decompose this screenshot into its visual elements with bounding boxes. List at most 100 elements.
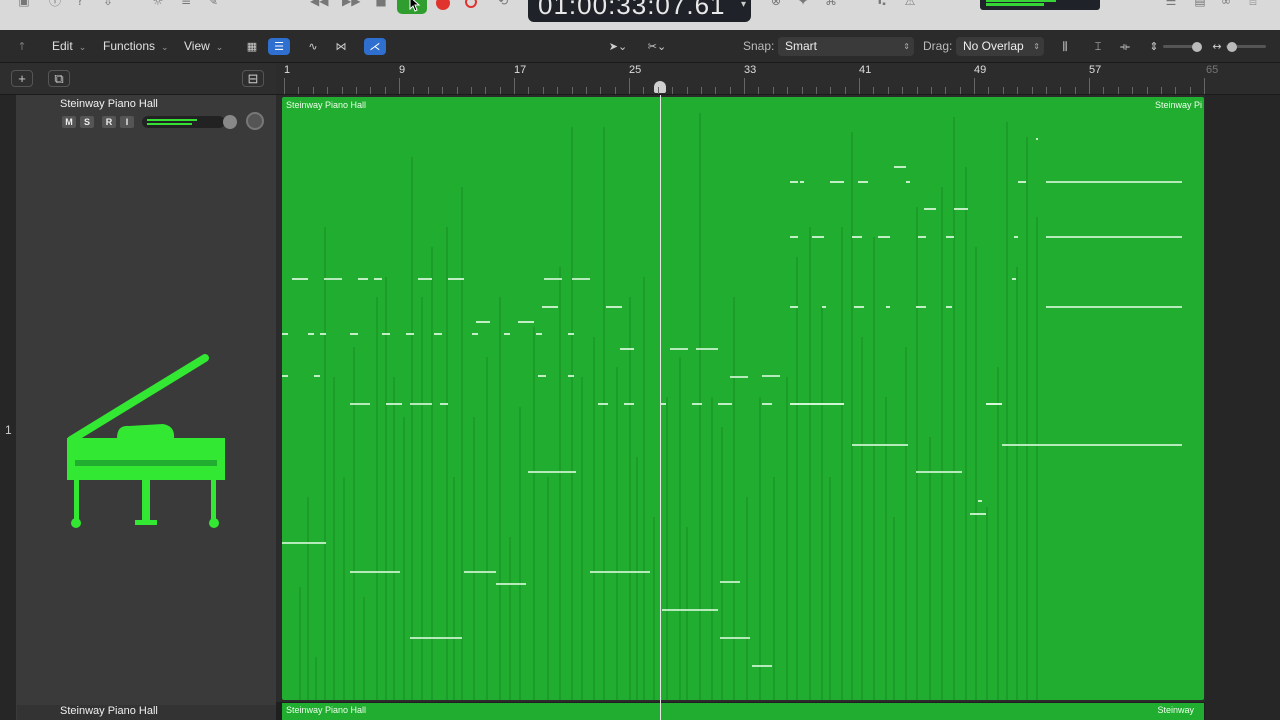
ruler-tick	[686, 87, 688, 94]
drag-select[interactable]: No Overlap ⇕	[956, 37, 1044, 56]
track-header-1[interactable]: Steinway Piano Hall M S R I	[17, 95, 276, 705]
ruler-tick	[772, 87, 774, 94]
tracks-area[interactable]: Steinway Piano Hall Steinway Pi Steinway…	[276, 95, 1280, 720]
vertical-zoom-icon[interactable]: ⇕	[1143, 38, 1165, 55]
view-menu[interactable]: View ⌄	[184, 37, 223, 56]
metronome-icon[interactable]: ⚠	[902, 0, 918, 8]
pointer-tool-icon[interactable]: ➤⌄	[604, 38, 632, 55]
grid-view-icon[interactable]: ▦	[241, 38, 263, 55]
ruler-tick	[1002, 87, 1004, 94]
ruler-tick	[456, 87, 458, 94]
stop-icon[interactable]: ■	[373, 0, 389, 8]
functions-menu[interactable]: Functions ⌄	[103, 37, 169, 56]
playhead-handle[interactable]	[654, 81, 666, 93]
list-view-icon[interactable]: ☰	[268, 38, 290, 55]
scissors-tool-icon[interactable]: ✂⌄	[643, 38, 671, 55]
smart-controls-icon[interactable]: ☼	[150, 0, 166, 8]
playhead[interactable]	[660, 95, 661, 720]
mixer-icon[interactable]: ≡	[178, 0, 194, 8]
level-meter-left	[147, 119, 197, 121]
ruler-tick	[801, 87, 803, 94]
input-monitoring-button[interactable]: I	[120, 116, 134, 128]
cycle-icon[interactable]: ⟲	[495, 0, 511, 8]
tuner-icon[interactable]: ⊗	[768, 0, 784, 8]
tracks-toolbar: ↑ Edit ⌄ Functions ⌄ View ⌄ ▦ ☰ ∿ ⋈ ⋌ ➤⌄ ✂⌄…	[0, 30, 1280, 63]
capture-recording-button[interactable]	[465, 0, 477, 8]
meter-bar-left	[986, 0, 1056, 2]
automation-icon[interactable]: ∿	[302, 38, 324, 55]
library-icon[interactable]: ▣	[16, 0, 32, 8]
catch-playhead-icon[interactable]: ⋌	[364, 38, 386, 55]
browser-icon[interactable]: ⌸	[1245, 0, 1261, 8]
back-arrow-icon[interactable]: ↑	[11, 38, 33, 55]
ruler-tick	[672, 87, 674, 94]
lcd-time-display[interactable]: 01:00:33:07.61 ▾	[528, 0, 751, 22]
pan-knob[interactable]	[246, 112, 264, 130]
horizontal-zoom-icon[interactable]: ↔	[1206, 38, 1228, 55]
global-tracks-button[interactable]: ⊟	[242, 70, 264, 87]
solo-icon[interactable]: ✦	[795, 0, 811, 8]
ruler-tick	[528, 87, 530, 94]
ruler-tick	[974, 78, 975, 94]
track-header-toolbar: + ⧉ ⊟	[0, 63, 276, 95]
note-pad-icon[interactable]: ▤	[1192, 0, 1208, 8]
waveform-zoom-icon[interactable]: ⫼	[1054, 38, 1076, 55]
vertical-fit-icon[interactable]: ⌶	[1087, 38, 1109, 55]
ruler-tick	[859, 78, 860, 94]
ruler-tick	[355, 87, 357, 94]
midi-region-2[interactable]: Steinway Piano Hall Steinway	[282, 703, 1204, 720]
track-name[interactable]: Steinway Piano Hall	[60, 98, 158, 110]
volume-knob[interactable]	[223, 115, 237, 129]
track-headers: + ⧉ ⊟ 1 Steinway Piano Hall M S R I Stei…	[0, 63, 276, 720]
snap-label: Snap:	[743, 39, 775, 53]
ruler-tick	[384, 87, 386, 94]
up-down-icon: ⇕	[903, 42, 910, 51]
ruler-tick	[959, 87, 961, 94]
rewind-icon[interactable]: ◀◀	[310, 0, 328, 8]
ruler-tick	[945, 87, 947, 94]
ruler-tick	[1103, 87, 1105, 94]
track-name-2[interactable]: Steinway Piano Hall	[60, 705, 158, 717]
view-menu-label: View	[184, 39, 210, 53]
bar-ruler[interactable]: 1 9 17 25 33 41 49 57 65	[276, 63, 1280, 95]
add-track-button[interactable]: +	[11, 70, 33, 87]
flex-icon[interactable]: ⋈	[330, 38, 352, 55]
solo-button[interactable]: S	[80, 116, 94, 128]
ruler-tick	[442, 87, 444, 94]
help-icon[interactable]: ?	[72, 0, 88, 8]
ruler-tick	[988, 87, 990, 94]
horizontal-zoom-knob[interactable]	[1227, 42, 1237, 52]
inspector-icon[interactable]: ⓘ	[47, 0, 63, 8]
vertical-zoom-knob[interactable]	[1192, 42, 1202, 52]
bar-label: 17	[514, 64, 527, 76]
volume-slider[interactable]	[142, 116, 225, 128]
replace-icon[interactable]: ⌘	[823, 0, 839, 8]
chevron-down-icon: ⌄	[161, 42, 169, 52]
bar-label: 65	[1206, 64, 1219, 76]
track-header-2[interactable]: Steinway Piano Hall	[17, 705, 276, 720]
meter-bar-right	[986, 3, 1044, 6]
midi-region[interactable]: Steinway Piano Hall Steinway Pi	[282, 97, 1204, 700]
horizontal-fit-icon[interactable]: ⟛	[1114, 38, 1136, 55]
download-icon[interactable]: ⇩	[100, 0, 116, 8]
list-editors-icon[interactable]: ☰	[1163, 0, 1179, 8]
fast-forward-icon[interactable]: ▶▶	[342, 0, 360, 8]
ruler-tick	[370, 87, 372, 94]
level-meter-right	[147, 123, 192, 125]
mute-button[interactable]: M	[62, 116, 76, 128]
duplicate-track-button[interactable]: ⧉	[48, 70, 70, 87]
snap-select[interactable]: Smart ⇕	[778, 37, 914, 56]
chevron-down-icon[interactable]: ▾	[741, 0, 747, 16]
count-in-icon[interactable]: ⑆	[870, 0, 894, 8]
editors-icon[interactable]: ✎	[205, 0, 221, 8]
ruler-tick	[1074, 87, 1076, 94]
edit-menu[interactable]: Edit ⌄	[52, 37, 86, 56]
loop-browser-icon[interactable]: ∞	[1218, 0, 1234, 8]
record-button[interactable]	[436, 0, 450, 10]
record-enable-button[interactable]: R	[102, 116, 116, 128]
ruler-tick	[1189, 87, 1191, 94]
ruler-tick	[1160, 87, 1162, 94]
functions-menu-label: Functions	[103, 39, 156, 53]
ruler-tick	[1204, 78, 1205, 94]
bar-label: 49	[974, 64, 987, 76]
